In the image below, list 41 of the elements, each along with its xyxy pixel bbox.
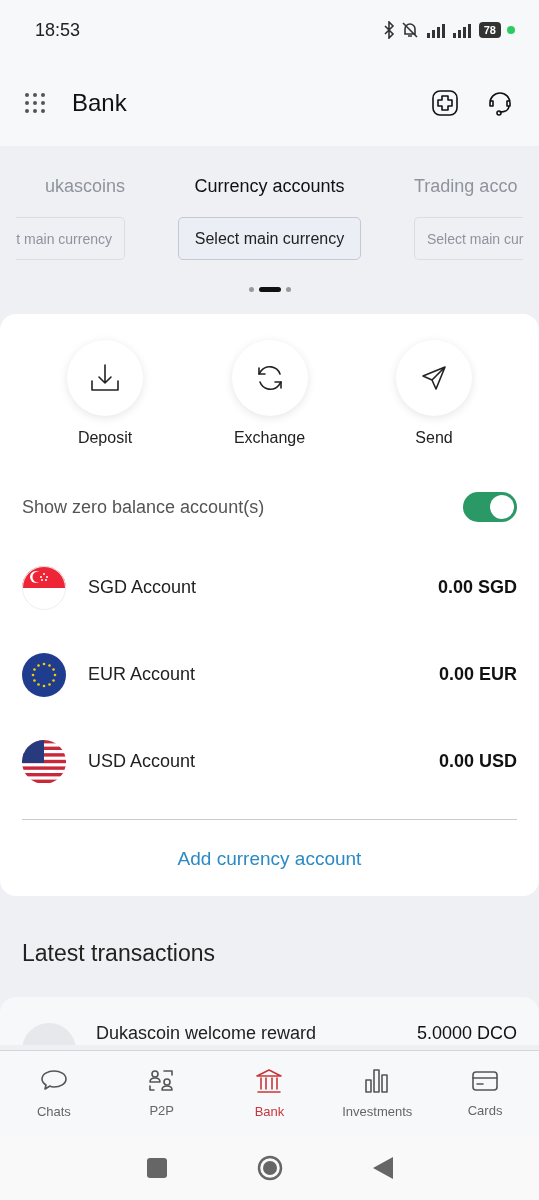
back-button[interactable] <box>372 1156 393 1179</box>
eu-flag-icon <box>22 652 66 697</box>
singapore-flag-icon <box>22 565 66 610</box>
home-button[interactable] <box>256 1154 283 1181</box>
page-title: Bank <box>72 89 128 117</box>
carousel-title: Trading acco <box>414 176 518 197</box>
transaction-amount: 5.0000 DCO <box>416 1023 517 1044</box>
nav-tab[interactable]: Chats <box>0 1051 108 1135</box>
bar-chart-icon <box>364 1067 391 1094</box>
bank-icon <box>255 1067 284 1094</box>
account-balance: 0.00 USD <box>438 751 517 772</box>
nav-tab[interactable]: P2P <box>107 1051 216 1135</box>
zero-balance-toggle[interactable] <box>463 492 517 522</box>
add-currency-link[interactable]: Add currency account <box>177 848 362 870</box>
toggle-label: Show zero balance account(s) <box>22 496 265 518</box>
add-button[interactable] <box>431 89 459 117</box>
card-icon <box>471 1068 500 1093</box>
send-icon <box>419 363 449 393</box>
account-name: USD Account <box>88 751 197 772</box>
people-icon <box>148 1068 175 1093</box>
nav-tab[interactable]: Cards <box>431 1051 539 1135</box>
bluetooth-icon <box>382 21 395 39</box>
nav-tab[interactable]: Investments <box>323 1051 432 1135</box>
status-time: 18:53 <box>35 19 81 41</box>
recents-button[interactable] <box>146 1157 167 1178</box>
status-dot-icon <box>507 26 515 34</box>
select-currency-button[interactable]: Select main currency <box>177 217 362 260</box>
transaction-name: Dukascoin welcome reward <box>96 1023 318 1044</box>
section-title: Latest transactions <box>21 939 217 968</box>
account-balance: 0.00 EUR <box>438 664 517 685</box>
carousel-title: ukascoins <box>44 176 125 197</box>
us-flag-icon <box>22 739 66 784</box>
carousel-title: Currency accounts <box>194 176 345 197</box>
account-balance: 0.00 SGD <box>437 577 517 598</box>
menu-button[interactable] <box>24 92 46 114</box>
battery-level: 78 <box>478 22 501 38</box>
account-name: SGD Account <box>88 577 198 598</box>
signal-icon <box>424 22 473 38</box>
nav-tab[interactable]: Bank <box>215 1051 324 1135</box>
muted-bell-icon <box>400 21 419 39</box>
account-name: EUR Account <box>88 664 197 685</box>
